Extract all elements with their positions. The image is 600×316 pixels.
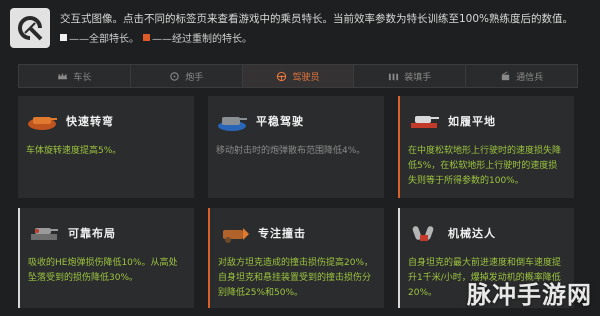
skill-description: 移动射击时的炮弹散布范围降低4%。 <box>216 146 366 156</box>
legend: ——全部特长。 ——经过重制的特长。 <box>60 30 573 45</box>
skill-card[interactable]: 如履平地 在中度松软地形上行驶时的速度损失降低5%，在松软地形上行驶时的速度损失… <box>398 96 574 198</box>
tab-label: 通信兵 <box>516 72 544 83</box>
tab-loader[interactable]: 装填手 <box>354 65 467 87</box>
skill-description: 吸收的HE炮弹损伤降低10%。从高处坠落受到的损伤降低30%。 <box>28 258 178 283</box>
tab-radio-operator[interactable]: 通信兵 <box>466 65 577 87</box>
legend-all: ——全部特长。 <box>69 34 139 45</box>
ram-icon <box>223 228 249 243</box>
skill-title: 可靠布局 <box>68 227 116 240</box>
skill-title: 平稳驾驶 <box>256 115 304 128</box>
tab-gunner[interactable]: 炮手 <box>131 65 243 87</box>
tank-smooth-icon <box>218 117 247 131</box>
skill-title: 如履平地 <box>448 115 496 128</box>
logo-icon <box>10 8 50 48</box>
skill-card[interactable]: 可靠布局 吸收的HE炮弹损伤降低10%。从高处坠落受到的损伤降低30%。 <box>18 208 194 308</box>
orange-marker-icon <box>143 34 150 41</box>
skill-title: 快速转弯 <box>66 115 114 128</box>
tank-terrain-icon <box>411 116 439 128</box>
steering-wheel-icon <box>277 71 287 81</box>
crosshair-icon <box>170 71 179 81</box>
legend-important: ——经过重制的特长。 <box>152 34 252 45</box>
tank-layout-icon <box>31 228 58 240</box>
watermark: 脉冲手游网 <box>467 281 592 309</box>
skill-description: 对敌方坦克造成的撞击损伤提高20%，自身坦克和悬挂装置受到的撞击损伤分别降低25… <box>218 258 374 298</box>
tab-label: 车长 <box>73 72 92 83</box>
tab-driver[interactable]: 驾驶员 <box>242 65 355 87</box>
skill-title: 专注撞击 <box>258 227 306 240</box>
tank-turn-icon <box>28 117 57 130</box>
tab-commander[interactable]: 车长 <box>19 65 131 87</box>
skill-card[interactable]: 专注撞击 对敌方坦克造成的撞击损伤提高20%，自身坦克和悬挂装置受到的撞击损伤分… <box>208 208 384 308</box>
skill-description: 车体旋转速度提高5%。 <box>26 146 122 156</box>
crew-tabs: 车长 炮手 驾驶员 装填手 通信兵 <box>18 64 578 88</box>
tab-label: 炮手 <box>185 72 204 83</box>
page-description: 交互式图像。点击不同的标签页来查看游戏中的乘员特长。当前效率参数为特长训练至10… <box>60 13 574 25</box>
header: 交互式图像。点击不同的标签页来查看游戏中的乘员特长。当前效率参数为特长训练至10… <box>10 8 590 52</box>
shells-icon <box>389 73 399 80</box>
tab-label: 驾驶员 <box>292 72 320 83</box>
tab-label: 装填手 <box>404 72 432 83</box>
skill-card[interactable]: 平稳驾驶 移动射击时的炮弹散布范围降低4%。 <box>208 96 384 198</box>
skill-card[interactable]: 快速转弯 车体旋转速度提高5%。 <box>18 96 194 198</box>
radio-icon <box>501 71 510 80</box>
skill-description: 在中度松软地形上行驶时的速度损失降低5%，在松软地形上行驶时的速度损失则等于所得… <box>408 146 562 186</box>
skill-title: 机械达人 <box>448 227 496 240</box>
crown-icon <box>58 72 68 79</box>
white-marker-icon <box>60 34 67 41</box>
engine-icon <box>412 226 434 241</box>
